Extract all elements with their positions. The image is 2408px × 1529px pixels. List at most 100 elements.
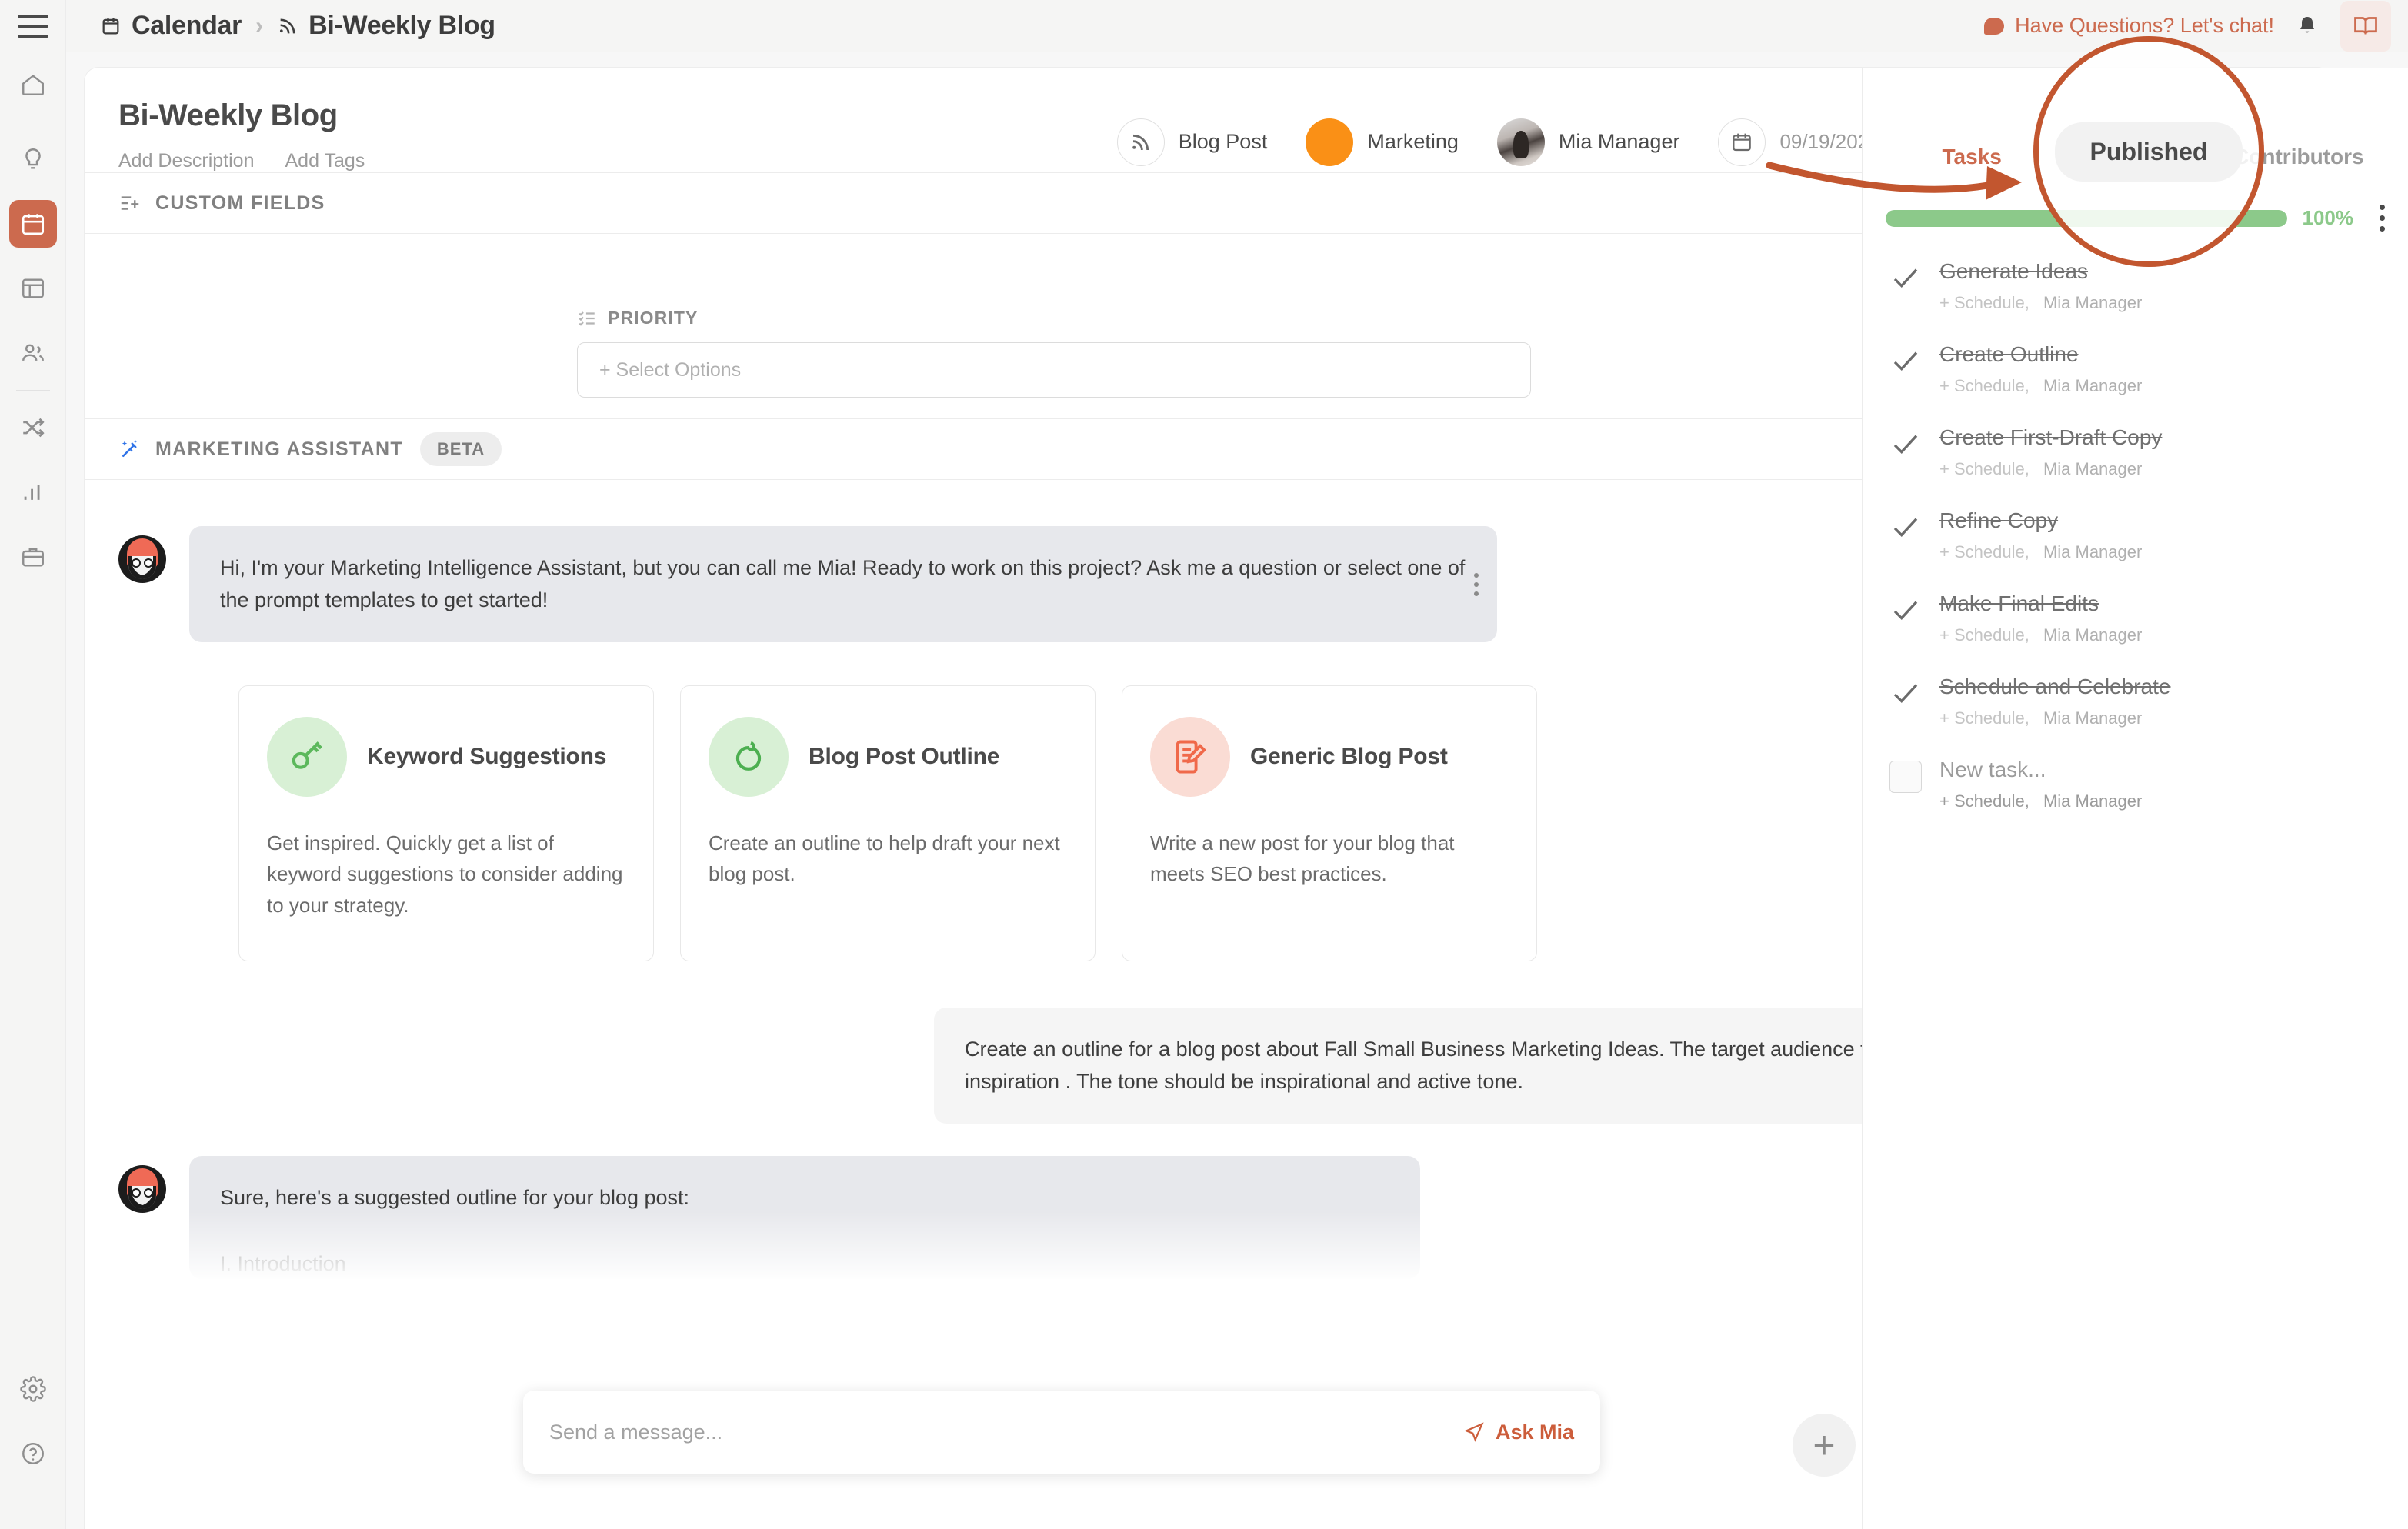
add-description-button[interactable]: Add Description bbox=[118, 150, 254, 172]
chat-support-link[interactable]: Have Questions? Let's chat! bbox=[1984, 14, 2274, 38]
task-meta: + Schedule, Mia Manager bbox=[1939, 791, 2142, 811]
task-assignee[interactable]: Mia Manager bbox=[2043, 625, 2142, 645]
annotation-circle-highlight bbox=[2033, 36, 2264, 267]
task-body: Generate Ideas + Schedule, Mia Manager bbox=[1939, 259, 2142, 313]
sidebar-item-board[interactable] bbox=[9, 265, 57, 312]
sidebar-item-calendar[interactable] bbox=[8, 200, 57, 248]
task-row[interactable]: Create First-Draft Copy + Schedule, Mia … bbox=[1886, 425, 2385, 479]
sidebar-item-workflow[interactable] bbox=[9, 404, 57, 451]
content-type-chip[interactable]: Blog Post bbox=[1116, 118, 1268, 166]
breadcrumb-item-blog[interactable]: Bi-Weekly Blog bbox=[277, 11, 495, 41]
sidebar-item-ideas[interactable] bbox=[9, 135, 57, 183]
task-row[interactable]: Schedule and Celebrate + Schedule, Mia M… bbox=[1886, 675, 2385, 728]
content-type-label: Blog Post bbox=[1178, 130, 1268, 153]
message-input[interactable]: Send a message... bbox=[549, 1421, 722, 1444]
prompt-card-description: Get inspired. Quickly get a list of keyw… bbox=[267, 831, 623, 917]
task-checkbox[interactable] bbox=[1886, 758, 1926, 793]
knowledge-base-button[interactable] bbox=[2340, 0, 2391, 52]
owner-chip[interactable]: Mia Manager bbox=[1496, 118, 1679, 166]
breadcrumb-label-calendar: Calendar bbox=[132, 11, 242, 40]
task-assignee[interactable]: Mia Manager bbox=[2043, 791, 2142, 811]
shuffle-icon bbox=[20, 415, 46, 441]
task-schedule[interactable]: + Schedule, bbox=[1939, 459, 2029, 478]
task-schedule[interactable]: + Schedule, bbox=[1939, 542, 2029, 561]
task-row[interactable]: Create Outline + Schedule, Mia Manager bbox=[1886, 342, 2385, 396]
gear-icon bbox=[19, 1376, 46, 1402]
rss-icon bbox=[1116, 118, 1165, 166]
task-name: Refine Copy bbox=[1939, 508, 2059, 532]
breadcrumb-item-calendar[interactable]: Calendar bbox=[100, 11, 242, 41]
message-more-button[interactable] bbox=[1474, 572, 1479, 596]
assistant-greeting-text: Hi, I'm your Marketing Intelligence Assi… bbox=[220, 556, 1466, 611]
rss-icon bbox=[277, 15, 298, 37]
checklist-icon bbox=[577, 308, 597, 328]
beta-badge: BETA bbox=[419, 432, 502, 466]
notifications-button[interactable] bbox=[2296, 13, 2319, 39]
loop-icon bbox=[709, 717, 789, 798]
briefcase-icon bbox=[20, 544, 46, 570]
checkmark-icon[interactable] bbox=[1886, 259, 1926, 295]
sidebar-item-settings[interactable] bbox=[9, 1365, 57, 1413]
task-schedule[interactable]: + Schedule, bbox=[1939, 708, 2029, 728]
calendar-icon bbox=[100, 15, 122, 37]
empty-checkbox-icon bbox=[1889, 761, 1922, 793]
ask-mia-button[interactable]: Ask Mia bbox=[1463, 1421, 1574, 1444]
tasks-more-button[interactable] bbox=[2380, 205, 2385, 232]
top-bar: Calendar › Bi-Weekly Blog Have Questions… bbox=[66, 0, 2408, 52]
people-icon bbox=[20, 340, 46, 366]
campaign-color-dot bbox=[1306, 118, 1354, 166]
checkmark-icon[interactable] bbox=[1886, 508, 1926, 544]
assistant-reply-bubble: Sure, here's a suggested outline for you… bbox=[189, 1156, 1420, 1280]
task-meta: + Schedule, Mia Manager bbox=[1939, 708, 2170, 728]
task-assignee[interactable]: Mia Manager bbox=[2043, 376, 2142, 395]
task-schedule[interactable]: + Schedule, bbox=[1939, 376, 2029, 395]
app-root: Calendar › Bi-Weekly Blog Have Questions… bbox=[0, 0, 2408, 1529]
task-assignee[interactable]: Mia Manager bbox=[2043, 708, 2142, 728]
task-assignee[interactable]: Mia Manager bbox=[2043, 293, 2142, 312]
task-list: Generate Ideas + Schedule, Mia Manager C… bbox=[1863, 232, 2408, 811]
sidebar-item-people[interactable] bbox=[9, 329, 57, 377]
message-composer[interactable]: Send a message... Ask Mia bbox=[523, 1391, 1600, 1474]
task-assignee[interactable]: Mia Manager bbox=[2043, 542, 2142, 561]
task-body: Refine Copy + Schedule, Mia Manager bbox=[1939, 508, 2142, 562]
magic-wand-icon bbox=[118, 438, 142, 461]
task-row[interactable]: Make Final Edits + Schedule, Mia Manager bbox=[1886, 591, 2385, 645]
task-row[interactable]: Generate Ideas + Schedule, Mia Manager bbox=[1886, 259, 2385, 313]
tab-tasks[interactable]: Tasks bbox=[1890, 145, 2053, 183]
checkmark-icon[interactable] bbox=[1886, 675, 1926, 710]
prompt-card-keyword-suggestions[interactable]: Keyword Suggestions Get inspired. Quickl… bbox=[238, 685, 654, 962]
prompt-card-generic-blog-post[interactable]: Generic Blog Post Write a new post for y… bbox=[1122, 685, 1537, 962]
mia-avatar-icon bbox=[118, 1165, 166, 1214]
sidebar-item-analytics[interactable] bbox=[9, 468, 57, 516]
task-schedule[interactable]: + Schedule, bbox=[1939, 625, 2029, 645]
prompt-card-header: Generic Blog Post bbox=[1150, 717, 1509, 798]
task-assignee[interactable]: Mia Manager bbox=[2043, 459, 2142, 478]
checkmark-icon[interactable] bbox=[1886, 425, 1926, 461]
add-content-fab[interactable]: + bbox=[1793, 1414, 1856, 1477]
checkmark-icon[interactable] bbox=[1886, 342, 1926, 378]
task-name: Create First-Draft Copy bbox=[1939, 425, 2163, 449]
sidebar-item-help[interactable] bbox=[9, 1430, 57, 1477]
task-name: Make Final Edits bbox=[1939, 591, 2099, 615]
calendar-icon bbox=[20, 211, 46, 237]
sidebar-item-home[interactable] bbox=[9, 61, 57, 108]
campaign-chip[interactable]: Marketing bbox=[1306, 118, 1459, 166]
priority-select[interactable]: + Select Options bbox=[577, 342, 1531, 398]
task-schedule[interactable]: + Schedule, bbox=[1939, 791, 2029, 811]
avatar bbox=[1496, 118, 1545, 166]
question-circle-icon bbox=[20, 1441, 46, 1467]
task-row[interactable]: Refine Copy + Schedule, Mia Manager bbox=[1886, 508, 2385, 562]
checkmark-icon[interactable] bbox=[1886, 591, 1926, 627]
new-task-input[interactable]: New task... bbox=[1939, 758, 2142, 782]
hamburger-menu-button[interactable] bbox=[0, 0, 66, 52]
lightbulb-icon bbox=[20, 146, 46, 172]
add-tags-button[interactable]: Add Tags bbox=[285, 150, 365, 172]
prompt-card-blog-post-outline[interactable]: Blog Post Outline Create an outline to h… bbox=[680, 685, 1096, 962]
task-schedule[interactable]: + Schedule, bbox=[1939, 293, 2029, 312]
home-icon bbox=[20, 72, 46, 98]
task-body: Create First-Draft Copy + Schedule, Mia … bbox=[1939, 425, 2162, 479]
card-subactions: Add Description Add Tags bbox=[118, 150, 365, 172]
prompt-card-description: Create an outline to help draft your nex… bbox=[709, 831, 1060, 886]
new-task-row[interactable]: New task... + Schedule, Mia Manager bbox=[1886, 758, 2385, 811]
sidebar-item-campaigns[interactable] bbox=[9, 533, 57, 581]
